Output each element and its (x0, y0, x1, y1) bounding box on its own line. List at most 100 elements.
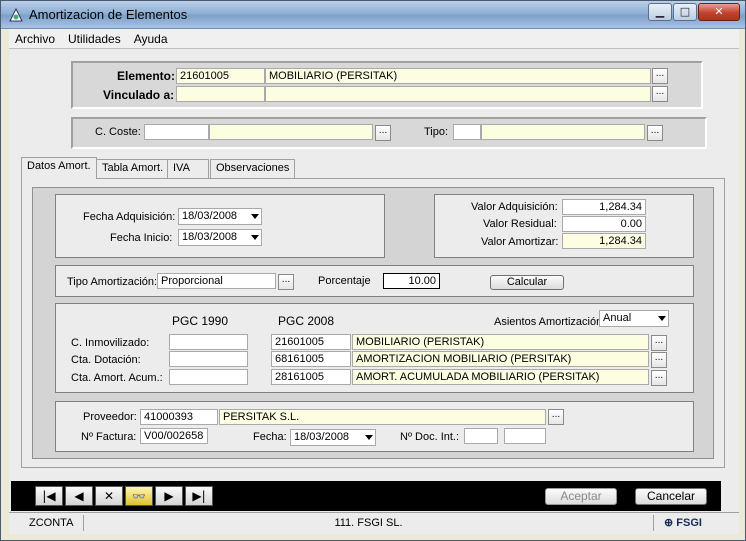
status-company-text: 111. FSGI SL. (334, 517, 403, 529)
cuenta-lookup-button[interactable]: ... (651, 335, 667, 351)
porcentaje-label: Porcentaje (318, 275, 371, 287)
cancelar-button[interactable]: Cancelar (635, 488, 707, 505)
chevron-down-icon (365, 435, 373, 440)
vinculado-label: Vinculado a: (103, 88, 175, 102)
doc-int-label: Nº Doc. Int.: (400, 431, 460, 443)
valor-adquisicion-field[interactable]: 1,284.34 (562, 199, 646, 215)
app-icon (9, 7, 23, 22)
cuenta-pgc2008-field[interactable]: 68161005 (271, 351, 351, 367)
tipo-lookup-button[interactable]: ... (647, 125, 663, 141)
cuenta-lookup-button[interactable]: ... (651, 370, 667, 386)
binoculars-icon: 👓 (132, 490, 146, 503)
globe-icon: ⊕ (664, 517, 674, 529)
pgc-1990-header: PGC 1990 (172, 314, 229, 328)
tipo-amortizacion-label: Tipo Amortización: (67, 276, 158, 288)
cuenta-pgc1990-field[interactable] (169, 351, 248, 367)
logo-text: FSGI (676, 517, 702, 529)
title-bar[interactable]: Amortizacion de Elementos ▁ □ ✕ (1, 1, 745, 29)
proveedor-label: Proveedor: (83, 411, 137, 423)
coste-code-field[interactable] (144, 124, 209, 140)
coste-lookup-button[interactable]: ... (375, 125, 391, 141)
chevron-down-icon (251, 214, 259, 219)
tipo-code-field[interactable] (453, 124, 481, 140)
cuenta-row-label: Cta. Amort. Acum.: (71, 372, 163, 384)
coste-label: C. Coste: (95, 126, 141, 138)
tab-iva[interactable]: IVA (167, 159, 209, 178)
aceptar-button[interactable]: Aceptar (545, 488, 617, 505)
asientos-amortizacion-label: Asientos Amortización: (494, 316, 606, 328)
status-logo: ⊕ FSGI (654, 515, 739, 531)
doc-int-field-2[interactable] (504, 428, 546, 444)
tipo-amortizacion-lookup-button[interactable]: ... (278, 274, 294, 290)
coste-desc-field[interactable] (209, 124, 373, 140)
fecha-factura-picker[interactable]: 18/03/2008 (290, 429, 376, 446)
elemento-label: Elemento: (117, 69, 176, 83)
navigation-bar: |◀ ◀ ✕ 👓 ▶ ▶| Aceptar Cancelar (11, 481, 721, 511)
close-button[interactable]: ✕ (698, 3, 740, 21)
valor-amortizar-label: Valor Amortizar: (481, 236, 559, 248)
cuenta-row-label: Cta. Dotación: (71, 354, 141, 366)
maximize-button[interactable]: □ (673, 3, 697, 21)
menu-bar: Archivo Utilidades Ayuda (9, 29, 739, 49)
tab-datos-amort[interactable]: Datos Amort. (21, 157, 97, 179)
cuenta-pgc2008-field[interactable]: 28161005 (271, 369, 351, 385)
status-bar: ZCONTA 111. FSGI SL. ⊕ FSGI (9, 512, 739, 532)
minimize-button[interactable]: ▁ (648, 3, 672, 21)
factura-field[interactable]: V00/002658 (140, 428, 208, 444)
elemento-desc-field[interactable]: MOBILIARIO (PERSITAK) (265, 68, 651, 84)
proveedor-code-field[interactable]: 41000393 (140, 409, 218, 425)
cuenta-row-label: C. Inmovilizado: (71, 337, 150, 349)
calcular-button[interactable]: Calcular (490, 275, 564, 290)
menu-archivo[interactable]: Archivo (9, 29, 62, 46)
porcentaje-field[interactable]: 10.00 (383, 273, 440, 289)
tipo-desc-field[interactable] (481, 124, 645, 140)
valor-amortizar-field[interactable]: 1,284.34 (562, 233, 646, 249)
fechas-group (55, 194, 385, 258)
cuenta-pgc1990-field[interactable] (169, 369, 248, 385)
last-record-button[interactable]: ▶| (185, 486, 213, 506)
cuenta-lookup-button[interactable]: ... (651, 352, 667, 368)
doc-int-field-1[interactable] (464, 428, 498, 444)
chevron-down-icon (251, 235, 259, 240)
fecha-adquisicion-label: Fecha Adquisición: (83, 211, 176, 223)
valor-residual-field[interactable]: 0.00 (562, 216, 646, 232)
vinculado-code-field[interactable] (176, 86, 265, 102)
next-record-button[interactable]: ▶ (155, 486, 183, 506)
tipo-amortizacion-field[interactable]: Proporcional (157, 273, 276, 289)
status-user-text: ZCONTA (29, 517, 74, 529)
asientos-amortizacion-select[interactable]: Anual (599, 310, 669, 327)
tab-observaciones[interactable]: Observaciones (210, 159, 296, 178)
fecha-adquisicion-picker[interactable]: 18/03/2008 (178, 208, 262, 225)
cuenta-desc-field[interactable]: AMORTIZACION MOBILIARIO (PERSITAK) (352, 351, 649, 367)
tab-tabla-amort[interactable]: Tabla Amort. (96, 159, 170, 178)
cuenta-pgc2008-field[interactable]: 21601005 (271, 334, 351, 350)
cuenta-desc-field[interactable]: AMORT. ACUMULADA MOBILIARIO (PERSITAK) (352, 369, 649, 385)
cuenta-desc-field[interactable]: MOBILIARIO (PERISTAK) (352, 334, 649, 350)
window-title: Amortizacion de Elementos (29, 7, 188, 22)
prev-record-button[interactable]: ◀ (65, 486, 93, 506)
vinculado-desc-field[interactable] (265, 86, 651, 102)
proveedor-lookup-button[interactable]: ... (548, 409, 564, 425)
fecha-inicio-label: Fecha Inicio: (110, 232, 173, 244)
asientos-amortizacion-value: Anual (603, 312, 632, 324)
menu-ayuda[interactable]: Ayuda (128, 29, 175, 46)
factura-label: Nº Factura: (81, 431, 137, 443)
proveedor-name-field[interactable]: PERSITAK S.L. (219, 409, 546, 425)
fecha-factura-label: Fecha: (253, 431, 287, 443)
valor-adquisicion-label: Valor Adquisición: (471, 201, 558, 213)
cuenta-pgc1990-field[interactable] (169, 334, 248, 350)
search-record-button[interactable]: 👓 (125, 486, 153, 506)
fecha-inicio-value: 18/03/2008 (182, 231, 238, 243)
main-window: Amortizacion de Elementos ▁ □ ✕ Archivo U… (0, 0, 746, 541)
fecha-adquisicion-value: 18/03/2008 (182, 210, 238, 222)
status-user: ZCONTA (9, 515, 84, 531)
elemento-lookup-button[interactable]: ... (652, 68, 668, 84)
menu-utilidades[interactable]: Utilidades (62, 29, 128, 46)
vinculado-lookup-button[interactable]: ... (652, 86, 668, 102)
pgc-2008-header: PGC 2008 (278, 314, 335, 328)
tipo-label: Tipo: (424, 126, 449, 138)
first-record-button[interactable]: |◀ (35, 486, 63, 506)
delete-record-button[interactable]: ✕ (95, 486, 123, 506)
fecha-inicio-picker[interactable]: 18/03/2008 (178, 229, 262, 246)
elemento-code-field[interactable]: 21601005 (176, 68, 265, 84)
